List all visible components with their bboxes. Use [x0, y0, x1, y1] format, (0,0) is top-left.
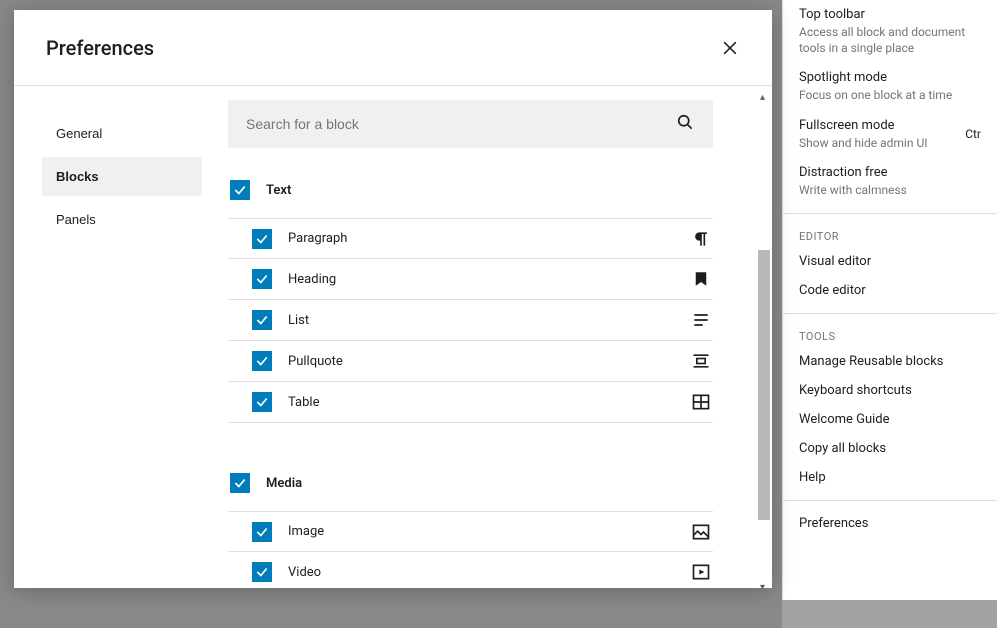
block-search[interactable]: [228, 100, 713, 148]
menu-item-desc: Focus on one block at a time: [799, 87, 981, 103]
menu-item-manage-reusable-blocks[interactable]: Manage Reusable blocks: [783, 347, 997, 376]
category-label: Text: [266, 183, 713, 198]
menu-item-help[interactable]: Help: [783, 463, 997, 492]
menu-item-fullscreen-mode[interactable]: Fullscreen mode Show and hide admin UI C…: [783, 111, 997, 158]
checkbox-checked[interactable]: [252, 392, 272, 412]
menu-item-preferences[interactable]: Preferences: [783, 509, 997, 538]
block-row-image[interactable]: Image: [228, 511, 713, 552]
block-label: Video: [288, 565, 689, 580]
menu-item-distraction-free[interactable]: Distraction free Write with calmness: [783, 158, 997, 205]
block-label: Image: [288, 524, 689, 539]
list-icon: [689, 308, 713, 332]
blocks-panel: Text ParagraphHeadingListPullquoteTable …: [228, 86, 772, 588]
menu-item-desc: Write with calmness: [799, 182, 981, 198]
modal-header: Preferences: [14, 10, 772, 86]
checkbox-checked[interactable]: [252, 229, 272, 249]
tab-panels[interactable]: Panels: [42, 200, 202, 239]
menu-section-heading-tools: TOOLS: [783, 322, 997, 347]
block-label: Paragraph: [288, 231, 689, 246]
preferences-modal: Preferences General Blocks Panels Text: [14, 10, 772, 588]
menu-item-desc: Access all block and document tools in a…: [799, 24, 981, 56]
checkbox-checked[interactable]: [252, 351, 272, 371]
block-row-list[interactable]: List: [228, 300, 713, 341]
category-label: Media: [266, 476, 713, 491]
block-label: Pullquote: [288, 354, 689, 369]
block-row-pullquote[interactable]: Pullquote: [228, 341, 713, 382]
menu-section-heading-editor: EDITOR: [783, 222, 997, 247]
checkbox-checked[interactable]: [252, 522, 272, 542]
menu-item-title: Distraction free: [799, 165, 981, 180]
menu-item-title: Code editor: [799, 283, 981, 298]
modal-title: Preferences: [46, 36, 154, 60]
menu-item-welcome-guide[interactable]: Welcome Guide: [783, 405, 997, 434]
bookmark-icon: [689, 267, 713, 291]
scroll-down-arrow[interactable]: ▾: [760, 582, 768, 588]
block-row-paragraph[interactable]: Paragraph: [228, 218, 713, 259]
scroll-up-arrow[interactable]: ▴: [760, 92, 768, 100]
menu-item-desc: Show and hide admin UI: [799, 135, 928, 151]
menu-item-title: Top toolbar: [799, 7, 981, 22]
scrollbar[interactable]: ▴ ▾: [756, 100, 772, 588]
block-row-heading[interactable]: Heading: [228, 259, 713, 300]
image-icon: [689, 520, 713, 544]
pullquote-icon: [689, 349, 713, 373]
search-icon: [675, 112, 695, 136]
modal-tabs: General Blocks Panels: [14, 86, 228, 588]
modal-body: General Blocks Panels Text Paragraph Head…: [14, 86, 772, 588]
block-label: List: [288, 313, 689, 328]
block-row-table[interactable]: Table: [228, 382, 713, 423]
checkbox-checked[interactable]: [230, 473, 250, 493]
menu-item-top-toolbar[interactable]: Top toolbar Access all block and documen…: [783, 0, 997, 63]
block-label: Heading: [288, 272, 689, 287]
menu-item-title: Fullscreen mode: [799, 118, 928, 133]
close-icon: [720, 38, 740, 58]
video-icon: [689, 560, 713, 584]
options-dropdown-menu: Top toolbar Access all block and documen…: [782, 0, 997, 600]
menu-item-title: Spotlight mode: [799, 70, 981, 85]
menu-item-visual-editor[interactable]: Visual editor: [783, 247, 997, 276]
tab-blocks[interactable]: Blocks: [42, 157, 202, 196]
category-row-media[interactable]: Media: [228, 461, 713, 505]
paragraph-icon: [689, 227, 713, 251]
search-input[interactable]: [246, 116, 675, 132]
menu-item-copy-all-blocks[interactable]: Copy all blocks: [783, 434, 997, 463]
checkbox-checked[interactable]: [252, 562, 272, 582]
tab-general[interactable]: General: [42, 114, 202, 153]
scrollbar-thumb[interactable]: [758, 250, 770, 520]
checkbox-checked[interactable]: [252, 310, 272, 330]
menu-item-spotlight-mode[interactable]: Spotlight mode Focus on one block at a t…: [783, 63, 997, 110]
block-label: Table: [288, 395, 689, 410]
table-icon: [689, 390, 713, 414]
checkbox-checked[interactable]: [252, 269, 272, 289]
category-row-text[interactable]: Text: [228, 168, 713, 212]
block-row-video[interactable]: Video: [228, 552, 713, 588]
menu-item-code-editor[interactable]: Code editor: [783, 276, 997, 305]
close-button[interactable]: [712, 30, 748, 66]
checkbox-checked[interactable]: [230, 180, 250, 200]
menu-item-title: Visual editor: [799, 254, 981, 269]
menu-item-shortcut: Ctr: [965, 127, 981, 141]
menu-item-keyboard-shortcuts[interactable]: Keyboard shortcuts: [783, 376, 997, 405]
